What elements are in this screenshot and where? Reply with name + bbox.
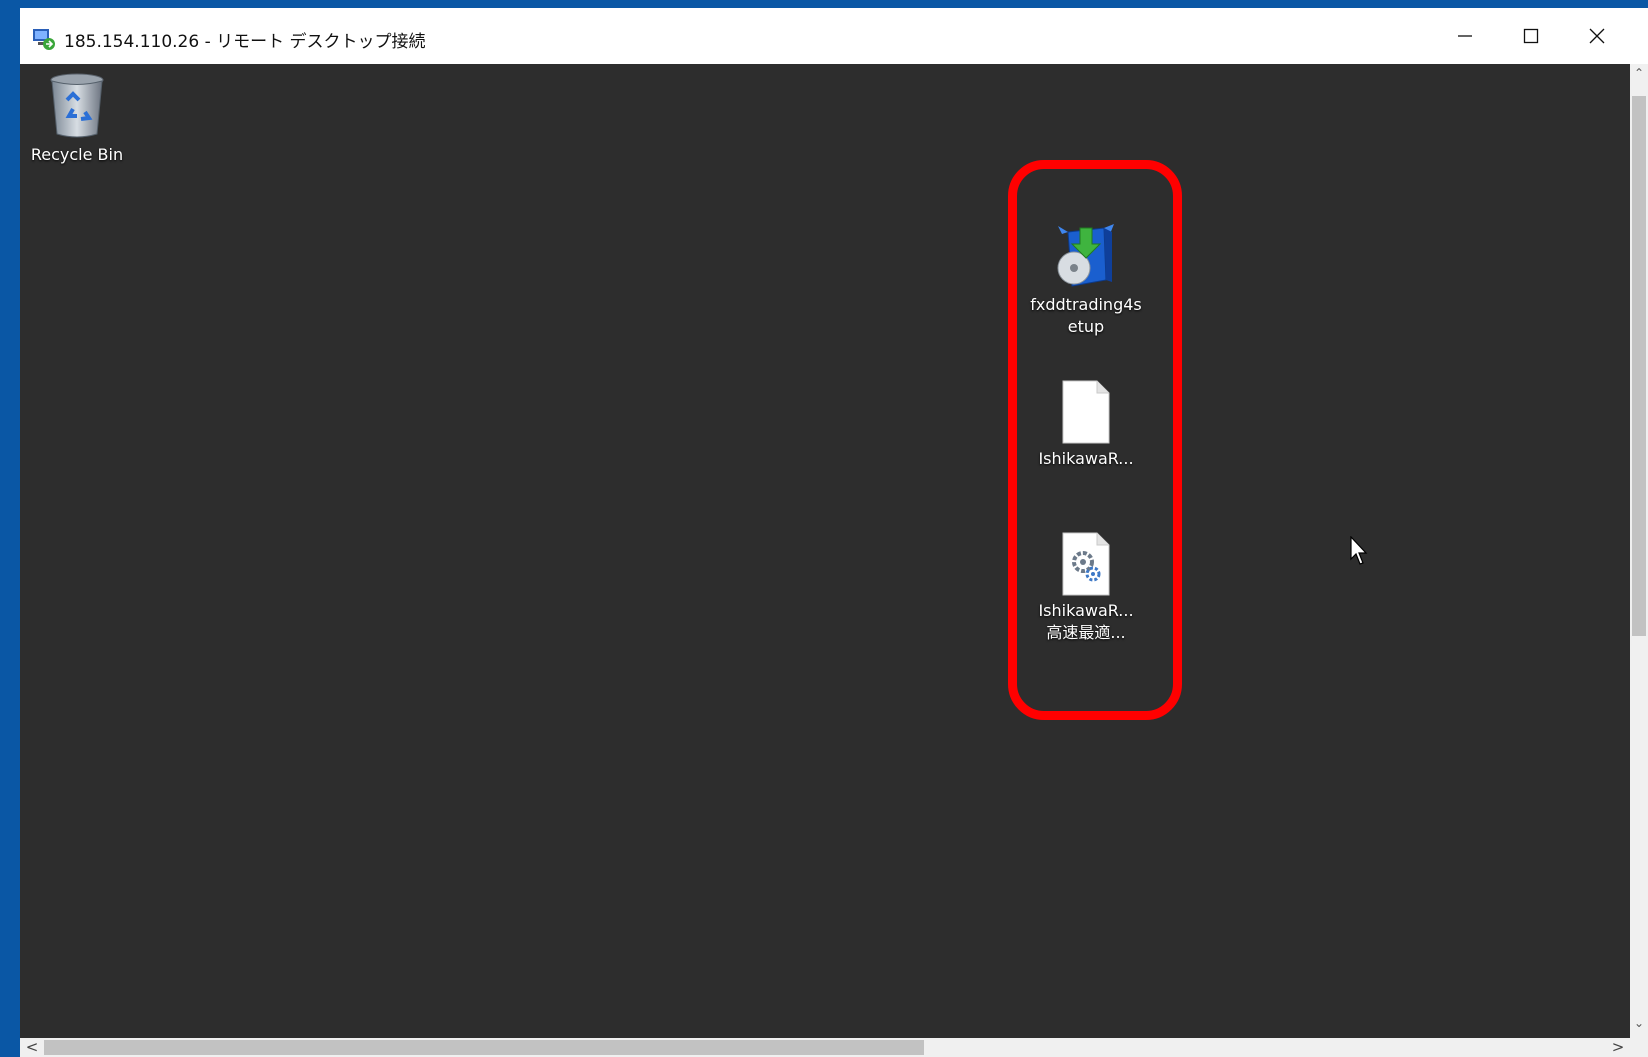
minimize-icon — [1458, 35, 1472, 37]
remote-desktop-app-icon — [33, 29, 55, 50]
close-icon — [1589, 28, 1605, 44]
scroll-up-icon[interactable]: ⌃ — [1630, 66, 1648, 86]
recycle-bin-icon — [50, 73, 104, 138]
desktop-icon-recycle-bin[interactable]: Recycle Bin — [20, 72, 142, 166]
desktop-icon-label: Recycle Bin — [30, 145, 124, 164]
vertical-scrollbar[interactable]: ⌃ ⌄ — [1630, 64, 1648, 1038]
vertical-scroll-thumb[interactable] — [1632, 96, 1646, 636]
horizontal-scroll-thumb[interactable] — [44, 1040, 924, 1055]
mouse-cursor-icon — [1350, 536, 1368, 565]
scroll-right-icon[interactable]: > — [1608, 1038, 1628, 1057]
scroll-down-icon[interactable]: ⌄ — [1630, 1016, 1648, 1036]
scroll-left-icon[interactable]: < — [22, 1038, 42, 1057]
minimize-button[interactable] — [1432, 8, 1498, 64]
highlight-annotation — [1008, 160, 1182, 720]
maximize-icon — [1523, 28, 1539, 44]
remote-desktop-window: 185.154.110.26 - リモート デスクトップ接続 Recycle B… — [20, 8, 1648, 1057]
scrollbar-corner — [1630, 1038, 1648, 1057]
window-title: 185.154.110.26 - リモート デスクトップ接続 — [64, 32, 426, 52]
close-button[interactable] — [1564, 8, 1630, 64]
horizontal-scrollbar[interactable]: < > — [20, 1038, 1630, 1057]
remote-desktop-area[interactable]: Recycle Bin fxddtrading4s etup IshikawaR… — [20, 64, 1630, 1038]
title-bar[interactable]: 185.154.110.26 - リモート デスクトップ接続 — [20, 8, 1648, 64]
maximize-button[interactable] — [1498, 8, 1564, 64]
